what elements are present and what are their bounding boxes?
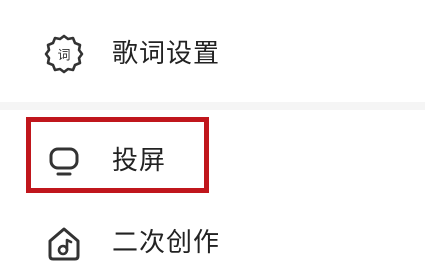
lyrics-icon-glyph: 词 bbox=[57, 49, 70, 64]
menu-item-lyrics-settings[interactable]: 词 歌词设置 bbox=[0, 22, 425, 86]
create-remix-icon bbox=[44, 223, 84, 263]
menu-item-label: 歌词设置 bbox=[112, 39, 221, 69]
lyrics-settings-icon: 词 bbox=[44, 34, 84, 74]
section-divider bbox=[0, 102, 425, 110]
menu-item-label: 二次创作 bbox=[112, 228, 221, 258]
highlight-box bbox=[26, 117, 209, 193]
menu-item-create[interactable]: 二次创作 bbox=[0, 211, 425, 275]
